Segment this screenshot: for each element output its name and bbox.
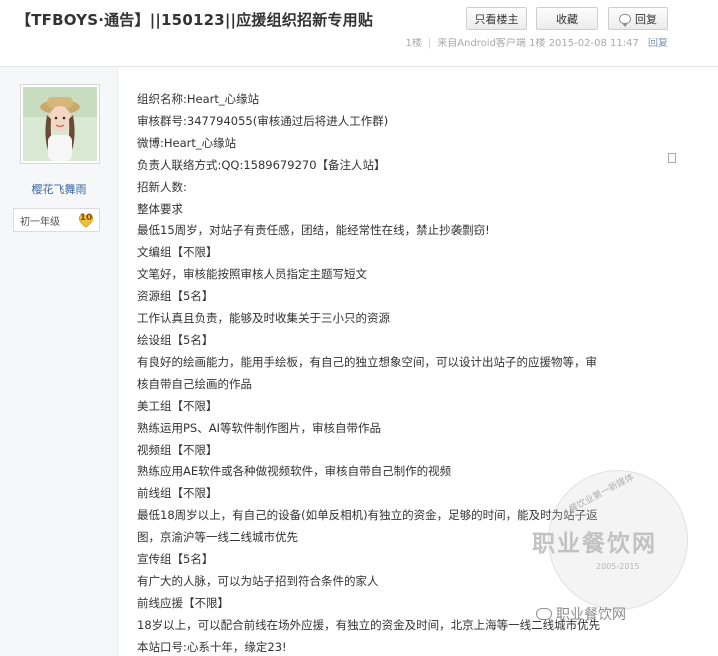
content-line: 文笔好，审核能按照审核人员指定主题写短文 [137,267,367,282]
client-source: 来自Android客户端 [437,38,526,49]
content-line: 组织名称:Heart_心缘站 [137,92,260,106]
favorite-label: 收藏 [556,12,578,26]
author-level: 初一年级 10 [13,208,100,232]
thread-title: 【TFBOYS·通告】||150123||应援组织招新专用贴 [16,11,374,29]
avatar-image [23,87,97,161]
content-line: 本站口号:心系十年，缘定23! [137,639,287,654]
content-line: 工作认真且负责，能够及时收集关于三小只的资源 [137,311,390,326]
content-line: 熟练运用PS、AI等软件制作图片，审核自带作品 [137,420,381,435]
content-line: 美工组【不限】 [137,398,218,413]
author-sidebar: 樱花飞舞雨 初一年级 10 [0,67,118,656]
avatar[interactable] [20,84,100,164]
content-line: 审核群号:347794055(审核通过后将进人工作群) [137,113,389,128]
level-title: 初一年级 [20,216,60,228]
reply-bubble-icon [619,13,631,27]
author-username[interactable]: 樱花飞舞雨 [0,181,118,197]
reply-label: 回复 [635,12,657,26]
post-meta-strip: 1楼 | 来自Android客户端 1楼 2015-02-08 11:47 回复 [0,38,718,54]
thread-header: 【TFBOYS·通告】||150123||应援组织招新专用贴 只看楼主 收藏 回… [0,0,718,38]
wechat-icon [536,608,552,620]
content-line: 招新人数: [137,179,187,194]
post-reply-link[interactable]: 回复 [648,38,668,49]
post-collapse-toggle[interactable] [668,153,676,163]
content-line: 核自带自己绘画的作品 [137,376,252,391]
content-line: 文编组【不限】 [137,245,218,260]
favorite-button[interactable]: 收藏 [536,7,598,30]
level-badge: 10 [77,211,95,229]
post-meta: 1楼 | 来自Android客户端 1楼 2015-02-08 11:47 回复 [405,38,668,49]
floor-label: 1楼 [405,38,422,49]
level-number: 10 [79,213,93,223]
content-line: 整体要求 [137,201,183,216]
content-line: 有良好的绘画能力，能用手绘板，有自己的独立想象空间，可以设计出站子的应援物等，审 [137,354,597,369]
only-author-label: 只看楼主 [474,12,519,26]
post-time: 2015-02-08 11:47 [548,38,639,49]
content-line: 资源组【5名】 [137,289,214,304]
content-line: 视频组【不限】 [137,442,218,457]
watermark-years: 2005-2015 [596,562,640,571]
watermark-main-text: 职业餐饮网 [532,531,657,557]
content-line: 绘设组【5名】 [137,332,214,347]
content-line: 负责人联络方式:QQ:1589679270【备注人站】 [137,157,386,172]
watermark-wechat-label: 职业餐饮网 [536,604,626,624]
reply-button[interactable]: 回复 [608,7,668,30]
content-line: 最低15周岁，对站子有责任感，团结，能经常性在线，禁止抄袭剽窃! [137,223,490,238]
content-line: 微博:Heart_心缘站 [137,135,237,150]
watermark-small-text: 职业餐饮网 [556,607,626,623]
only-author-button[interactable]: 只看楼主 [466,7,527,30]
floor-label-2: 1楼 [529,38,546,49]
